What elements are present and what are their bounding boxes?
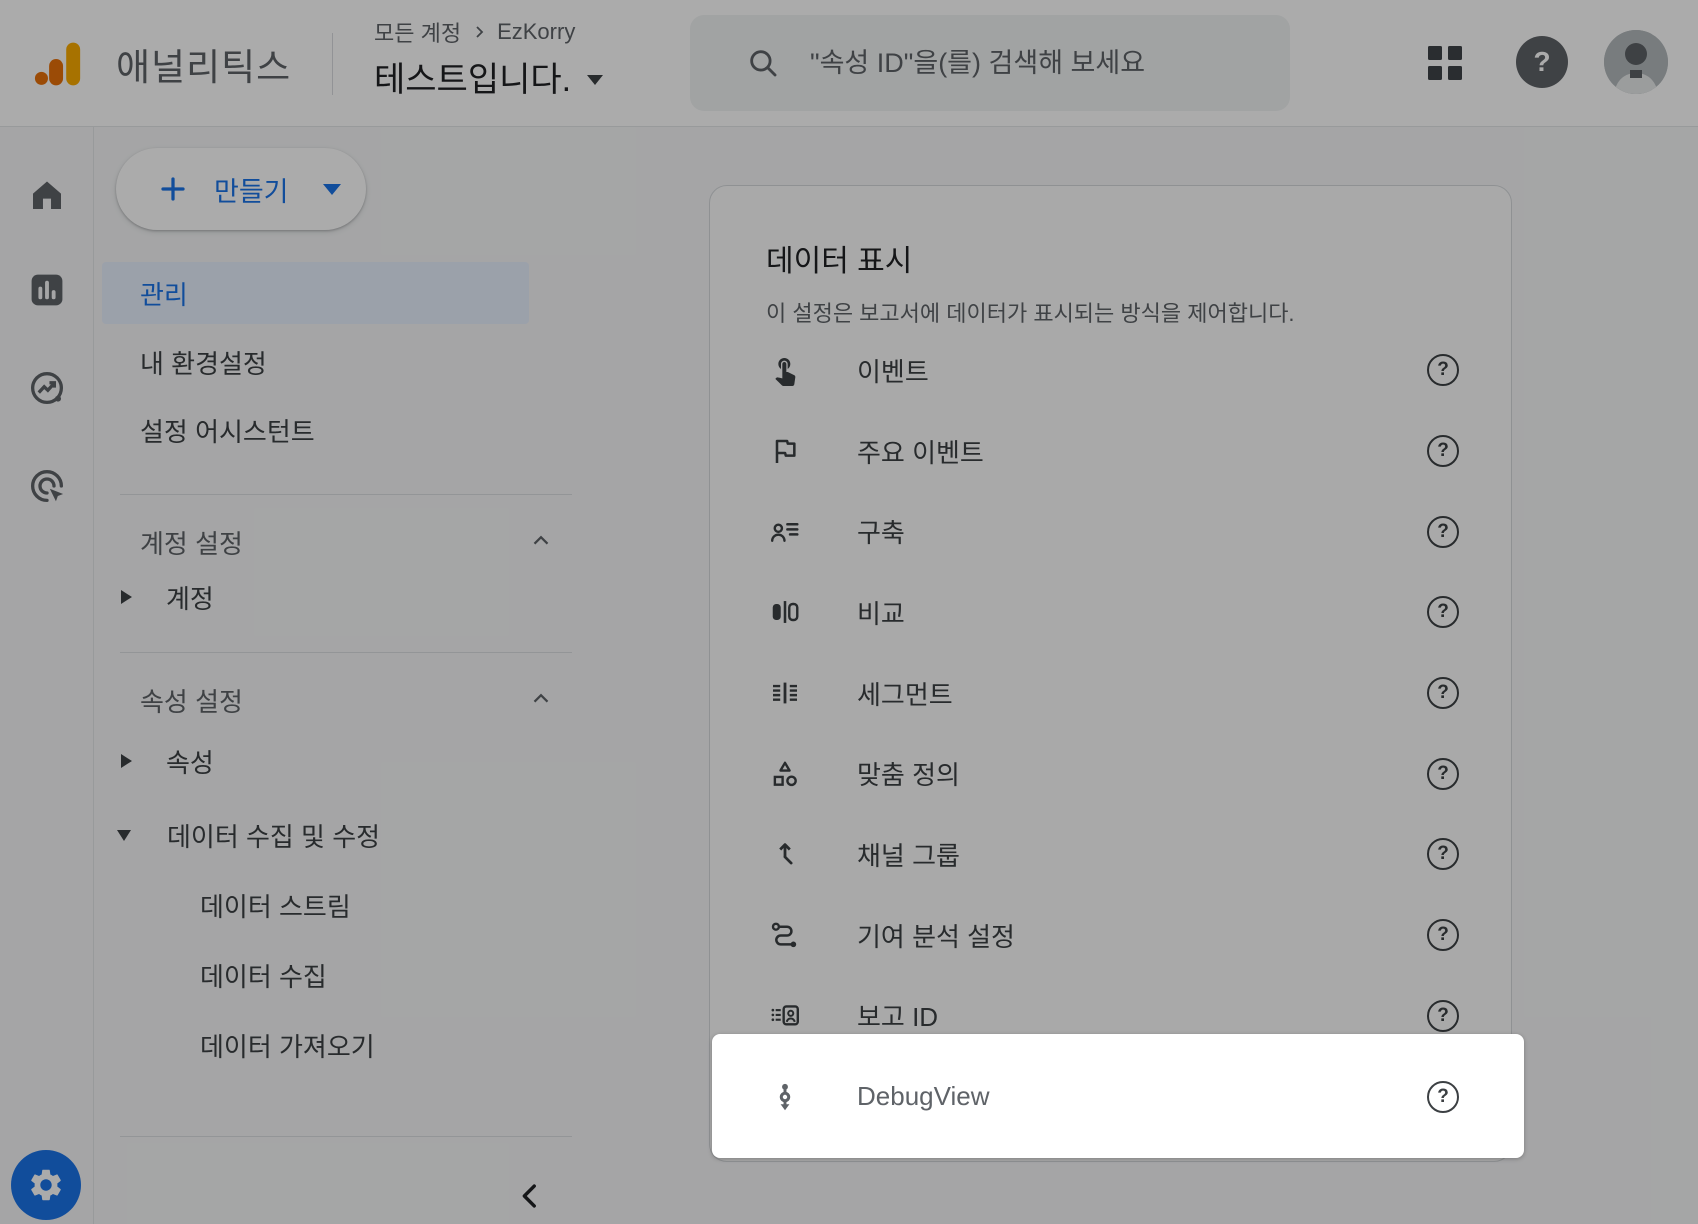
row-label: DebugView (857, 1081, 990, 1112)
row-debugview[interactable]: DebugView ? (710, 1056, 1511, 1137)
debugview-icon (769, 1081, 801, 1113)
screen: 애널리틱스 모든 계정 EzKorry 테스트입니다. (0, 0, 1698, 1224)
help-icon[interactable]: ? (1427, 1081, 1459, 1113)
